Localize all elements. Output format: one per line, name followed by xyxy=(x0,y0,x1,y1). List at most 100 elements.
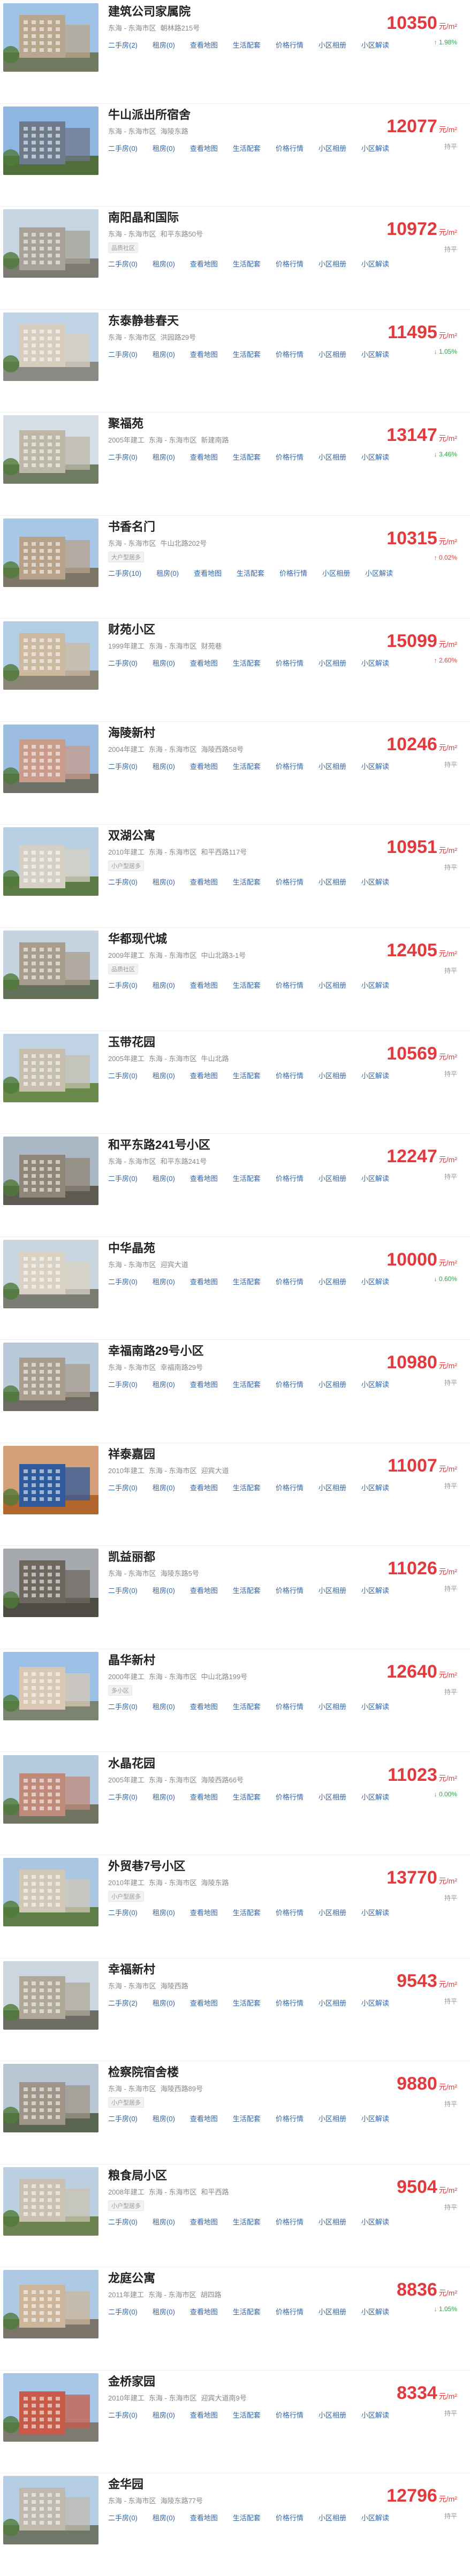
community-link[interactable]: 小区解读 xyxy=(361,1379,389,1389)
community-link[interactable]: 租房(0) xyxy=(153,1276,175,1286)
community-link[interactable]: 小区解读 xyxy=(361,40,389,50)
community-name[interactable]: 东泰静巷春天 xyxy=(108,311,179,329)
community-name[interactable]: 牛山派出所宿舍 xyxy=(108,105,191,123)
community-link[interactable]: 小区相册 xyxy=(319,452,346,462)
community-name[interactable]: 玉带花园 xyxy=(108,1033,155,1050)
community-link[interactable]: 小区解读 xyxy=(361,452,389,462)
community-link[interactable]: 查看地图 xyxy=(190,452,218,462)
community-link[interactable]: 小区相册 xyxy=(319,2216,346,2227)
community-photo[interactable] xyxy=(3,1239,98,1308)
community-link[interactable]: 生活配套 xyxy=(237,568,264,578)
community-name[interactable]: 金桥家园 xyxy=(108,2372,155,2389)
community-link[interactable]: 小区相册 xyxy=(319,1276,346,1286)
community-photo[interactable] xyxy=(3,1651,98,1720)
community-link[interactable]: 查看地图 xyxy=(190,877,218,887)
community-link[interactable]: 小区相册 xyxy=(319,761,346,771)
community-link[interactable]: 价格行情 xyxy=(276,143,304,153)
community-link[interactable]: 生活配套 xyxy=(233,877,261,887)
community-link[interactable]: 价格行情 xyxy=(276,1070,304,1080)
community-link[interactable]: 价格行情 xyxy=(276,877,304,887)
community-link[interactable]: 小区相册 xyxy=(319,2410,346,2420)
community-photo[interactable] xyxy=(3,931,98,1000)
community-photo[interactable] xyxy=(3,1549,98,1618)
community-link[interactable]: 小区相册 xyxy=(319,1482,346,1492)
community-link[interactable]: 生活配套 xyxy=(233,1482,261,1492)
community-link[interactable]: 租房(0) xyxy=(153,2216,175,2227)
community-link[interactable]: 租房(0) xyxy=(153,1482,175,1492)
community-link[interactable]: 价格行情 xyxy=(276,349,304,359)
community-link[interactable]: 二手房(0) xyxy=(108,258,138,269)
community-name[interactable]: 幸福南路29号小区 xyxy=(108,1342,203,1359)
community-link[interactable]: 生活配套 xyxy=(233,143,261,153)
community-link[interactable]: 小区相册 xyxy=(319,349,346,359)
community-name[interactable]: 检察院宿舍楼 xyxy=(108,2063,179,2080)
community-link[interactable]: 二手房(0) xyxy=(108,2410,138,2420)
community-name[interactable]: 建筑公司家属院 xyxy=(108,2,191,19)
community-link[interactable]: 二手房(0) xyxy=(108,1070,138,1080)
community-link[interactable]: 小区解读 xyxy=(361,1585,389,1595)
community-name[interactable]: 南阳晶和国际 xyxy=(108,208,179,225)
community-photo[interactable] xyxy=(3,518,98,587)
community-link[interactable]: 查看地图 xyxy=(190,761,218,771)
community-link[interactable]: 小区解读 xyxy=(361,2113,389,2123)
community-name[interactable]: 华都现代城 xyxy=(108,929,167,947)
community-link[interactable]: 小区解读 xyxy=(361,980,389,990)
community-link[interactable]: 价格行情 xyxy=(276,2410,304,2420)
community-link[interactable]: 租房(0) xyxy=(153,877,175,887)
community-link[interactable]: 价格行情 xyxy=(276,980,304,990)
community-link[interactable]: 查看地图 xyxy=(190,1276,218,1286)
community-link[interactable]: 查看地图 xyxy=(190,2216,218,2227)
community-link[interactable]: 查看地图 xyxy=(190,1701,218,1711)
community-link[interactable]: 二手房(0) xyxy=(108,1379,138,1389)
community-link[interactable]: 价格行情 xyxy=(276,1379,304,1389)
community-link[interactable]: 查看地图 xyxy=(190,2113,218,2123)
community-name[interactable]: 龙庭公寓 xyxy=(108,2269,155,2286)
community-link[interactable]: 小区解读 xyxy=(361,658,389,668)
community-link[interactable]: 小区解读 xyxy=(365,568,393,578)
community-link[interactable]: 二手房(0) xyxy=(108,2113,138,2123)
community-link[interactable]: 二手房(0) xyxy=(108,1173,138,1183)
community-name[interactable]: 外贸巷7号小区 xyxy=(108,1857,185,1874)
community-name[interactable]: 凯益丽都 xyxy=(108,1548,155,1565)
community-name[interactable]: 书香名门 xyxy=(108,517,155,535)
community-link[interactable]: 小区相册 xyxy=(319,980,346,990)
community-link[interactable]: 生活配套 xyxy=(233,1907,261,1917)
community-name[interactable]: 双湖公寓 xyxy=(108,826,155,843)
community-link[interactable]: 二手房(0) xyxy=(108,877,138,887)
community-link[interactable]: 二手房(0) xyxy=(108,980,138,990)
community-link[interactable]: 租房(0) xyxy=(156,568,179,578)
community-link[interactable]: 二手房(0) xyxy=(108,2306,138,2316)
community-link[interactable]: 生活配套 xyxy=(233,2113,261,2123)
community-link[interactable]: 小区解读 xyxy=(361,1907,389,1917)
community-link[interactable]: 租房(0) xyxy=(153,452,175,462)
community-link[interactable]: 价格行情 xyxy=(279,568,307,578)
community-link[interactable]: 价格行情 xyxy=(276,2512,304,2522)
community-link[interactable]: 价格行情 xyxy=(276,1173,304,1183)
community-link[interactable]: 价格行情 xyxy=(276,40,304,50)
community-link[interactable]: 生活配套 xyxy=(233,1998,261,2008)
community-link[interactable]: 租房(0) xyxy=(153,143,175,153)
community-link[interactable]: 租房(0) xyxy=(153,1907,175,1917)
community-link[interactable]: 小区解读 xyxy=(361,1173,389,1183)
community-link[interactable]: 租房(0) xyxy=(153,1998,175,2008)
community-link[interactable]: 租房(0) xyxy=(153,1585,175,1595)
community-link[interactable]: 二手房(0) xyxy=(108,452,138,462)
community-link[interactable]: 租房(0) xyxy=(153,1070,175,1080)
community-link[interactable]: 小区解读 xyxy=(361,1276,389,1286)
community-link[interactable]: 生活配套 xyxy=(233,2410,261,2420)
community-link[interactable]: 二手房(10) xyxy=(108,568,141,578)
community-link[interactable]: 小区相册 xyxy=(319,143,346,153)
community-name[interactable]: 财苑小区 xyxy=(108,620,155,637)
community-photo[interactable] xyxy=(3,415,98,484)
community-link[interactable]: 小区相册 xyxy=(322,568,350,578)
community-photo[interactable] xyxy=(3,312,98,381)
community-link[interactable]: 价格行情 xyxy=(276,2216,304,2227)
community-photo[interactable] xyxy=(3,1137,98,1206)
community-link[interactable]: 查看地图 xyxy=(190,1907,218,1917)
community-link[interactable]: 小区相册 xyxy=(319,1792,346,1802)
community-link[interactable]: 小区相册 xyxy=(319,1173,346,1183)
community-link[interactable]: 查看地图 xyxy=(190,1998,218,2008)
community-link[interactable]: 小区相册 xyxy=(319,1907,346,1917)
community-link[interactable]: 价格行情 xyxy=(276,1482,304,1492)
community-link[interactable]: 小区解读 xyxy=(361,2512,389,2522)
